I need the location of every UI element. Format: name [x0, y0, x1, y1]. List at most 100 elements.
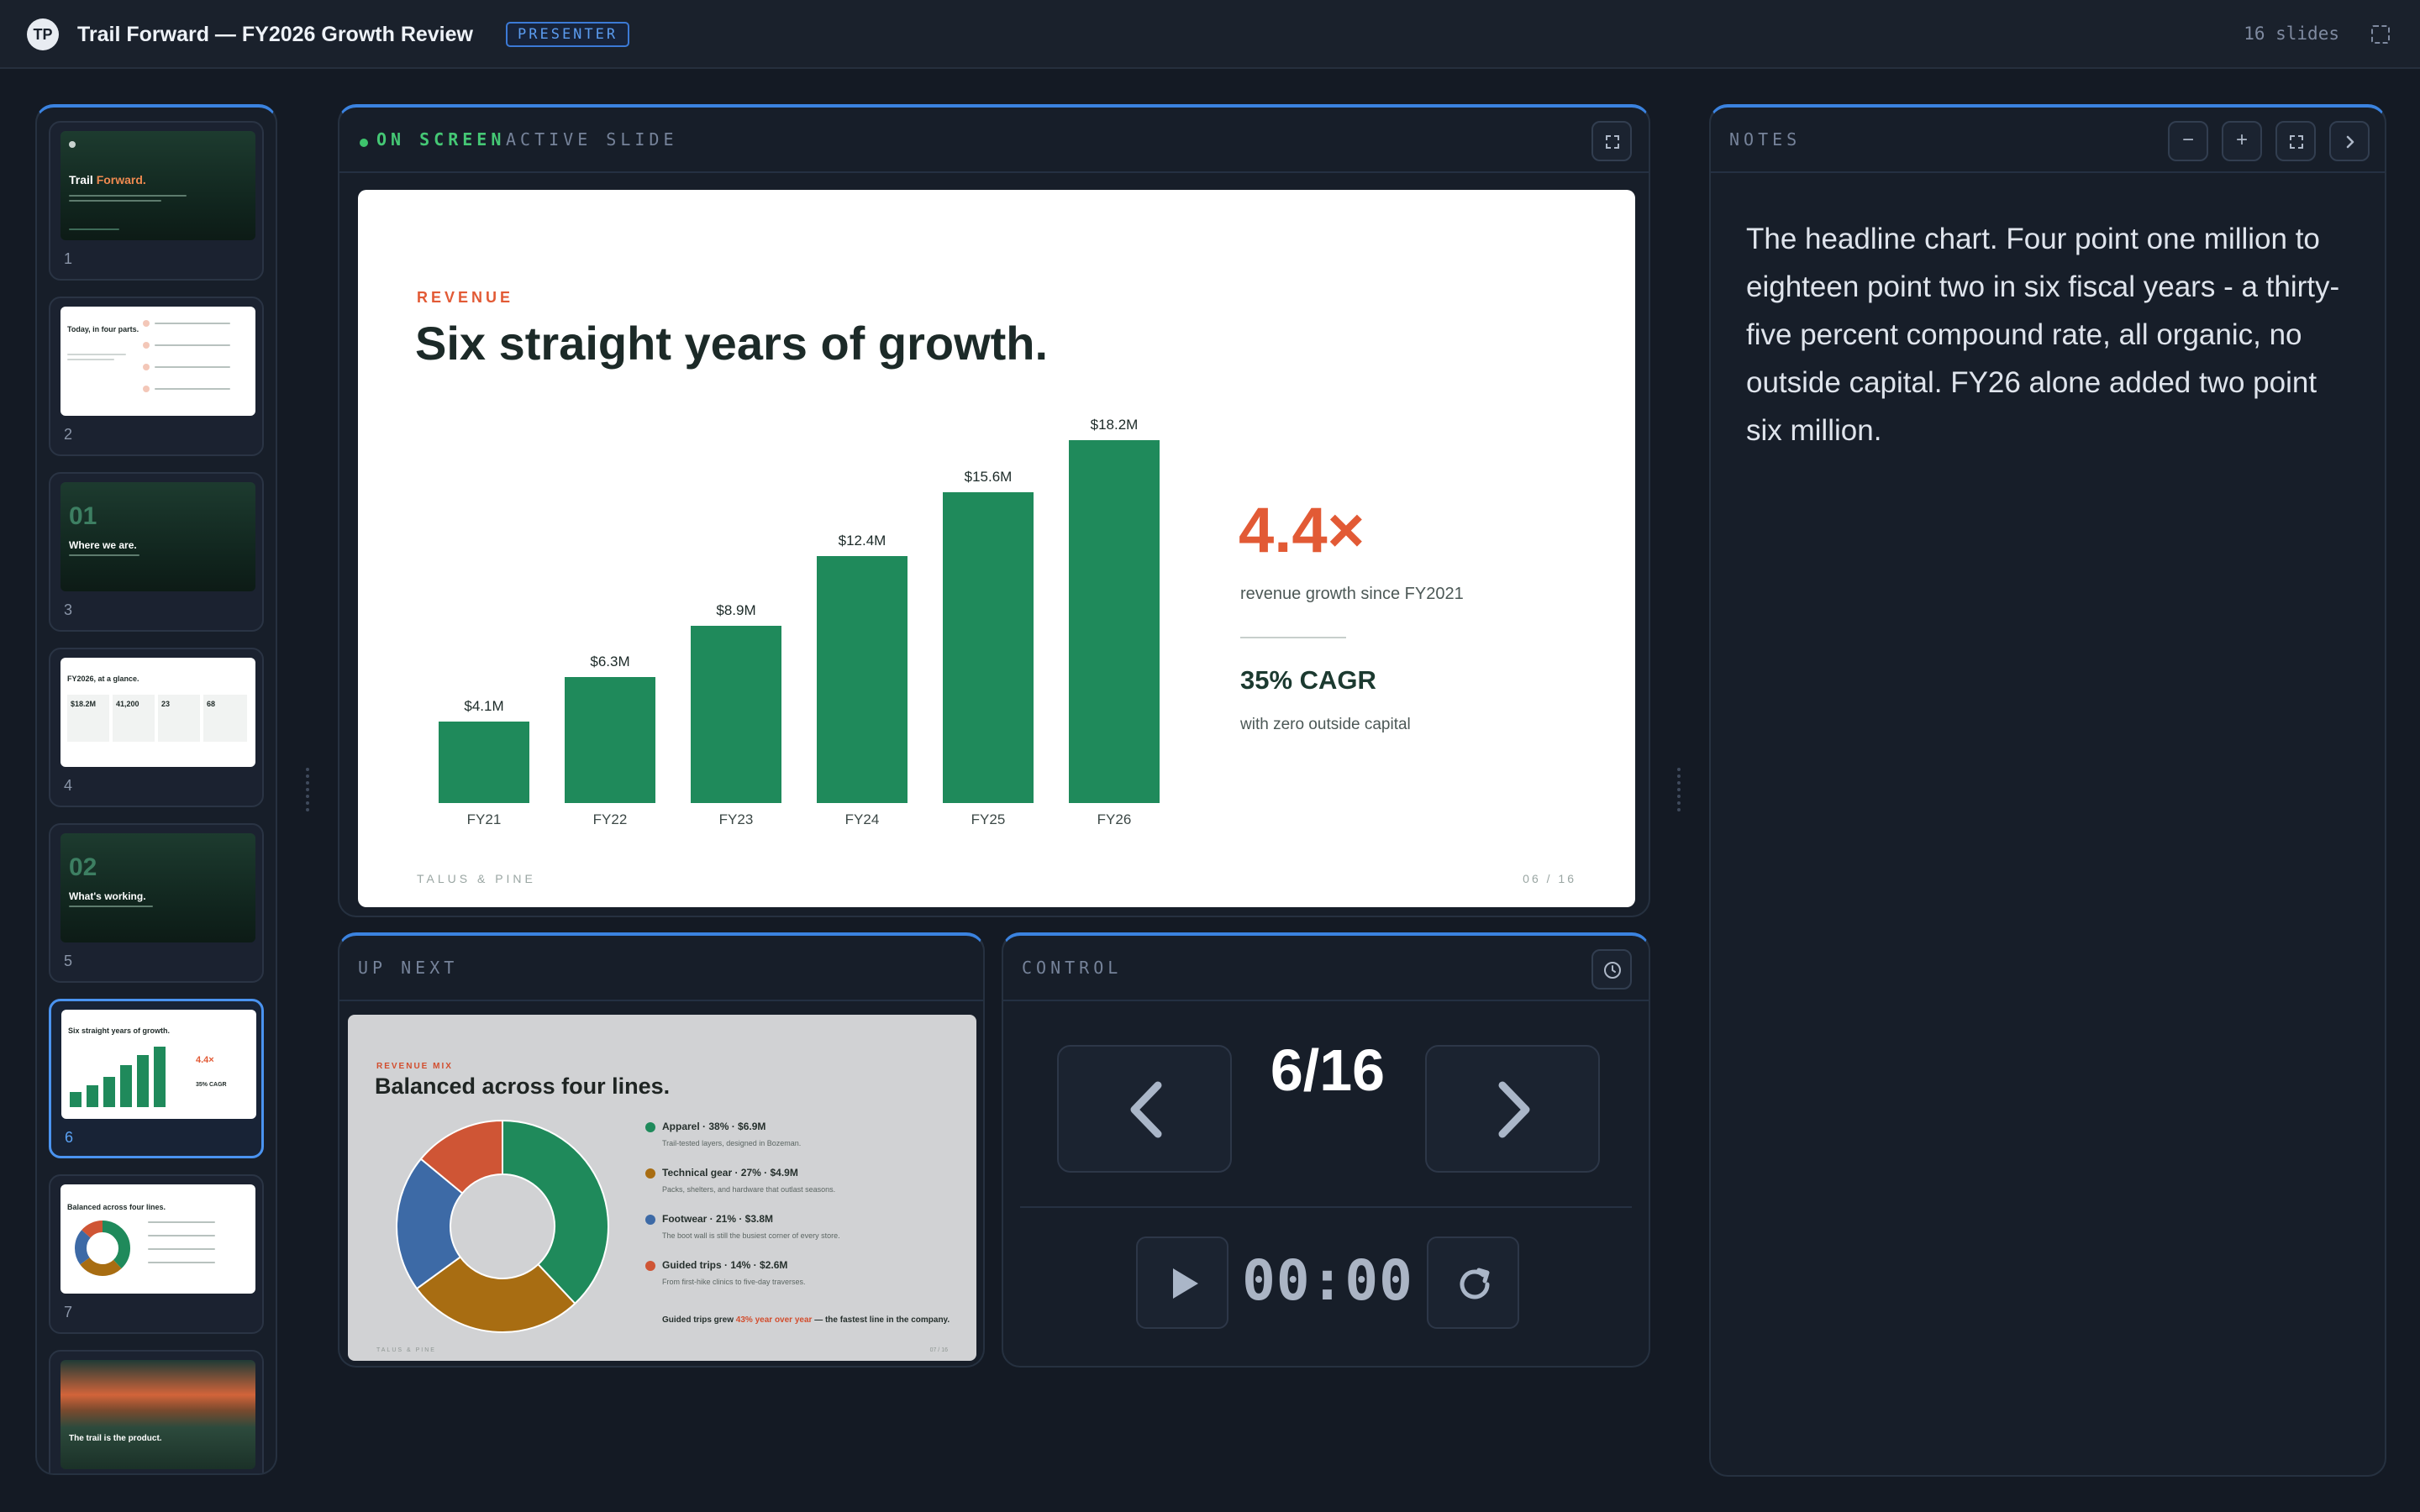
chart-bar [439, 722, 529, 803]
legend-dot-gear [645, 1168, 655, 1179]
text-line [148, 1262, 215, 1263]
chevron-right-icon [1498, 1081, 1530, 1138]
text-line [155, 388, 230, 390]
bar-value-label: $6.3M [590, 654, 630, 669]
growth-multiple-caption: revenue growth since FY2021 [1240, 585, 1464, 603]
text-line [67, 354, 126, 355]
slide-thumb[interactable]: Trail Forward. 1 [49, 121, 264, 281]
on-screen-status: ON SCREEN [376, 129, 506, 150]
bar-value-label: $12.4M [838, 533, 886, 549]
fullscreen-icon[interactable] [2371, 25, 2390, 44]
right-resize-handle[interactable] [1677, 768, 1681, 811]
reset-timer-button[interactable] [1427, 1236, 1519, 1329]
expand-icon [2290, 135, 2303, 149]
bar-value-label: $8.9M [716, 602, 756, 618]
slide-thumb[interactable]: 02 What's working. 5 [49, 823, 264, 983]
slide-title: Six straight years of growth. [415, 317, 1049, 370]
slide-thumb-preview: FY2026, at a glance. $18.2M 41,200 23 68 [60, 658, 255, 767]
legend-dot-trips [645, 1261, 655, 1271]
expand-notes-button[interactable] [2275, 121, 2316, 161]
stat-divider [1240, 637, 1346, 638]
up-next-panel: UP NEXT REVENUE MIX Balanced across four… [338, 932, 985, 1368]
slide-thumb-number: 1 [64, 250, 73, 267]
slide-thumb-title: What's working. [69, 890, 146, 902]
legend-dot-footwear [645, 1215, 655, 1225]
next-slide-title: Balanced across four lines. [375, 1074, 671, 1099]
next-slide-preview[interactable]: REVENUE MIX Balanced across four lines. … [348, 1015, 976, 1361]
up-next-header: UP NEXT [339, 936, 983, 1001]
chart-bar [691, 626, 781, 803]
notes-header: NOTES − + [1711, 108, 2385, 173]
elapsed-timer: 00:00 [1242, 1248, 1413, 1313]
slide-thumb-number: 3 [64, 601, 73, 618]
slide-thumb-preview: 02 What's working. [60, 833, 255, 942]
slide-thumb[interactable]: The trail is the product. [49, 1350, 264, 1473]
slide-thumb[interactable]: Balanced across four lines. 7 [49, 1174, 264, 1334]
text-line [148, 1235, 215, 1236]
clock-icon [1604, 962, 1621, 979]
bar-category-label: FY23 [718, 811, 754, 827]
slide-thumb-number: 7 [64, 1304, 73, 1320]
reset-icon [1460, 1268, 1490, 1299]
on-screen-header: ON SCREEN ACTIVE SLIDE [339, 108, 1649, 173]
slide-thumb[interactable]: 01 Where we are. 3 [49, 472, 264, 632]
slide-thumb-title: Six straight years of growth. [68, 1026, 171, 1035]
mini-bar [120, 1065, 132, 1107]
next-slide-page: 07 / 16 [929, 1347, 948, 1353]
control-panel: CONTROL 6/16 00:00 [1002, 932, 1650, 1368]
stat-card: 68 [203, 695, 247, 742]
text-line [69, 200, 161, 202]
slide-thumb-title: FY2026, at a glance. [67, 675, 139, 683]
app-logo-icon: TP [27, 18, 59, 50]
plus-icon: + [2235, 129, 2248, 151]
slide-filmstrip: Trail Forward. 1 Today, in four parts. 2… [35, 104, 277, 1475]
text-line [155, 366, 230, 368]
list-bullet-icon [143, 342, 150, 349]
next-slide-footnote: Guided trips grew 43% year over year — t… [662, 1315, 950, 1325]
collapse-notes-button[interactable] [2329, 121, 2370, 161]
slide-thumb-title: Where we are. [69, 539, 137, 551]
slide-thumb-title: Today, in four parts. [67, 325, 139, 333]
text-line [148, 1248, 215, 1250]
left-resize-handle[interactable] [306, 768, 309, 811]
list-bullet-icon [143, 320, 150, 327]
mini-donut [75, 1221, 130, 1276]
text-line [69, 906, 153, 907]
chevron-left-icon [1130, 1081, 1162, 1138]
mini-bar [70, 1092, 82, 1107]
bar-category-label: FY25 [971, 811, 1006, 827]
legend-caption: Packs, shelters, and hardware that outla… [662, 1185, 836, 1194]
slide-thumb[interactable]: Today, in four parts. 2 [49, 297, 264, 456]
active-slide-label: ACTIVE SLIDE [506, 129, 678, 150]
deck-title: Trail Forward — FY2026 Growth Review [77, 23, 473, 46]
list-bullet-icon [143, 386, 150, 392]
text-line [69, 195, 187, 197]
slide-count: 16 slides [2244, 24, 2339, 44]
legend-label: Technical gear · 27% · $4.9M [662, 1167, 798, 1179]
chevron-right-icon [2346, 135, 2354, 149]
next-slide-button[interactable] [1425, 1045, 1600, 1173]
timer-settings-button[interactable] [1591, 949, 1632, 990]
section-number: 01 [69, 502, 97, 530]
next-slide-brand: TALUS & PINE [376, 1347, 436, 1353]
bar-category-label: FY21 [466, 811, 502, 827]
slide-thumb-preview: The trail is the product. [60, 1360, 255, 1469]
logo-icon [69, 141, 76, 148]
notes-panel: NOTES − + The headline chart. Four point… [1709, 104, 2386, 1477]
bar-value-label: $18.2M [1090, 417, 1139, 433]
previous-slide-button[interactable] [1057, 1045, 1232, 1173]
text-line [148, 1221, 215, 1223]
legend-dot-apparel [645, 1122, 655, 1132]
control-divider [1020, 1206, 1632, 1208]
slide-thumb[interactable]: FY2026, at a glance. $18.2M 41,200 23 68… [49, 648, 264, 807]
stat-card: $18.2M [67, 695, 109, 742]
decrease-font-button[interactable]: − [2168, 121, 2208, 161]
bar-value-label: $4.1M [464, 698, 504, 714]
slide-thumb-active[interactable]: Six straight years of growth. 4.4× 35% C… [49, 999, 264, 1158]
legend-label: Footwear · 21% · $3.8M [662, 1213, 774, 1225]
slide-thumb-preview: Six straight years of growth. 4.4× 35% C… [61, 1010, 256, 1119]
increase-font-button[interactable]: + [2222, 121, 2262, 161]
play-timer-button[interactable] [1136, 1236, 1228, 1329]
expand-slide-button[interactable] [1591, 121, 1632, 161]
list-bullet-icon [143, 364, 150, 370]
